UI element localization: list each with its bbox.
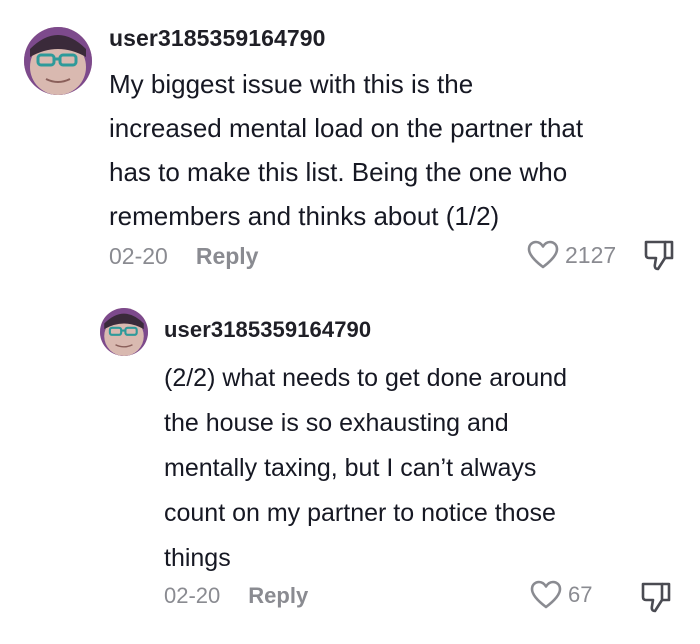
dislike-button[interactable] [640,580,672,614]
comment-username[interactable]: user3185359164790 [109,25,326,52]
comment-text-line: the house is so exhausting and [164,409,509,437]
avatar[interactable] [100,308,148,356]
comment-date: 02-20 [164,583,221,608]
comment-text: (2/2) what needs to get done around the … [164,356,567,581]
comment-text-line: things [164,544,231,572]
comment-meta: 02-20 Reply [109,243,258,270]
reply-button[interactable]: Reply [248,583,308,608]
like-count: 67 [568,582,593,607]
comment-text-line: has to make this list. Being the one who [109,157,568,187]
user-avatar-icon [100,308,148,356]
comment-text-line: remembers and thinks about (1/2) [109,201,500,231]
comment-text-line: My biggest issue with this is the [109,69,474,99]
comment-text-line: count on my partner to notice those [164,499,556,527]
comment-1: user3185359164790 My biggest issue with … [0,0,700,280]
like-button[interactable]: 2127 [527,240,616,270]
comment-username[interactable]: user3185359164790 [164,317,371,343]
thumbs-down-icon [644,240,674,271]
comment-text: My biggest issue with this is the increa… [109,62,583,238]
user-avatar-icon [24,27,92,95]
avatar[interactable] [24,27,92,95]
comment-meta: 02-20 Reply [164,583,308,609]
heart-outline-icon [530,580,562,609]
comment-text-line: (2/2) what needs to get done around [164,364,568,392]
heart-outline-icon [527,240,559,269]
comment-text-line: mentally taxing, but I can’t always [164,454,537,482]
comment-date: 02-20 [109,243,168,269]
thumbs-down-icon [641,582,671,613]
like-count: 2127 [565,241,617,268]
comment-2: user3185359164790 (2/2) what needs to ge… [0,290,700,644]
comment-text-line: increased mental load on the partner tha… [109,113,584,143]
reply-button[interactable]: Reply [196,243,259,269]
like-button[interactable]: 67 [530,580,592,610]
dislike-button[interactable] [643,238,675,272]
